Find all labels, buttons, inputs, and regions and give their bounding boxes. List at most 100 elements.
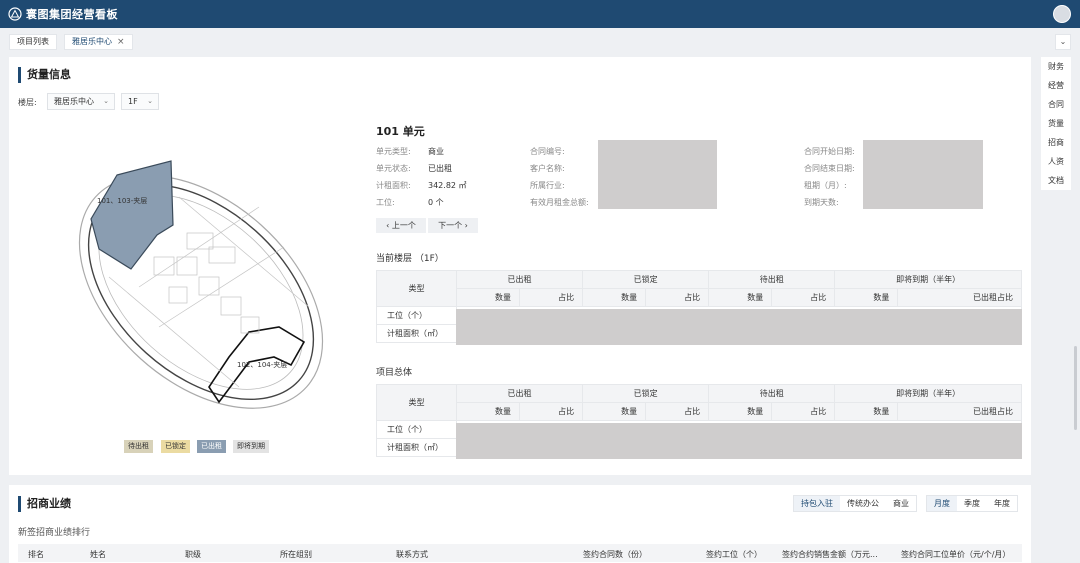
header-group: 待出租 — [708, 270, 836, 289]
legend-leased: 已出租 — [197, 440, 226, 453]
period-button[interactable]: 年度 — [987, 496, 1017, 511]
tab-project-detail[interactable]: 雅居乐中心 × — [64, 34, 133, 50]
column-header: 签约工位（个） — [706, 550, 762, 559]
anchor-docs[interactable]: 文档 — [1041, 171, 1071, 190]
header-group: 即将到期（半年） — [834, 270, 1022, 289]
header-sub: 占比 — [519, 402, 584, 421]
chevron-down-icon: ⌄ — [103, 97, 109, 105]
project-select-value: 雅居乐中心 — [54, 97, 94, 106]
header-sub: 数量 — [834, 288, 899, 307]
page-scrollbar[interactable] — [1074, 346, 1077, 430]
header-type: 类型 — [376, 384, 457, 421]
unit-title: 101 单元 — [376, 125, 425, 138]
redacted-block — [456, 423, 1022, 459]
column-header: 排名 — [28, 550, 44, 559]
header-sub: 数量 — [455, 288, 521, 307]
ranking-title: 新签招商业绩排行 — [18, 528, 91, 538]
unit-area-label: 计租面积: — [376, 181, 411, 190]
header-group: 已出租 — [455, 384, 584, 403]
header-sub: 数量 — [455, 402, 521, 421]
section-title: 货量信息 — [18, 67, 71, 83]
column-header: 联系方式 — [396, 550, 428, 559]
row-label: 工位（个） — [376, 306, 457, 325]
anchor-operation[interactable]: 经营 — [1041, 76, 1071, 95]
anchor-inventory[interactable]: 货量 — [1041, 114, 1071, 133]
avatar[interactable] — [1053, 5, 1071, 23]
header-sub: 已出租占比 — [897, 402, 1022, 421]
period-button[interactable]: 月度 — [927, 496, 957, 511]
header-sub: 占比 — [645, 288, 710, 307]
rent-total-label: 有效月租金总额: — [530, 198, 589, 207]
unit-status-label: 单元状态: — [376, 164, 411, 173]
chevron-down-icon[interactable]: ⌄ — [1055, 34, 1071, 50]
type-button[interactable]: 持包入驻 — [794, 496, 840, 511]
column-header: 姓名 — [90, 550, 106, 559]
row-label: 计租面积（㎡） — [376, 324, 457, 343]
redacted-block — [863, 140, 983, 209]
type-button[interactable]: 传统办公 — [840, 496, 886, 511]
leasing-performance-panel: 招商业绩 持包入驻 传统办公 商业 月度 季度 年度 新签招商业绩排行 排名 姓… — [9, 485, 1031, 563]
floor-plan[interactable]: 101、103-夹层 102、104-夹层 — [69, 147, 369, 417]
column-header: 职级 — [185, 550, 201, 559]
floor-select[interactable]: 1F ⌄ — [121, 93, 159, 110]
customer-label: 客户名称: — [530, 164, 565, 173]
next-unit-button[interactable]: 下一个 › — [428, 218, 478, 233]
legend-vacant: 待出租 — [124, 440, 153, 453]
header-sub: 占比 — [771, 402, 836, 421]
unit-area-value: 342.82 ㎡ — [428, 181, 467, 190]
tab-bar: 项目列表 雅居乐中心 × ⌄ — [0, 28, 1080, 55]
chevron-down-icon: ⌄ — [147, 97, 153, 105]
redacted-block — [456, 309, 1022, 345]
row-label: 工位（个） — [376, 420, 457, 439]
unit-type-value: 商业 — [428, 147, 444, 156]
header-group: 已锁定 — [582, 384, 710, 403]
industry-label: 所属行业: — [530, 181, 565, 190]
legend-locked: 已锁定 — [161, 440, 190, 453]
inventory-panel: 货量信息 楼层: 雅居乐中心 ⌄ 1F ⌄ 101、103-夹层 102、104… — [9, 57, 1031, 475]
tab-label: 项目列表 — [17, 37, 49, 46]
period-button[interactable]: 季度 — [957, 496, 987, 511]
header-sub: 数量 — [708, 402, 773, 421]
header-type: 类型 — [376, 270, 457, 307]
ranking-table-header: 排名 姓名 职级 所在组别 联系方式 签约合同数（份） 签约工位（个） 签约合约… — [18, 544, 1022, 562]
header-sub: 数量 — [582, 288, 647, 307]
zone-label-b: 102、104-夹层 — [237, 360, 287, 369]
redacted-block — [598, 140, 717, 209]
header-sub: 占比 — [645, 402, 710, 421]
anchor-contract[interactable]: 合同 — [1041, 95, 1071, 114]
floor-label: 楼层: — [18, 98, 37, 107]
zone-label-a: 101、103-夹层 — [97, 196, 147, 205]
header-group: 已锁定 — [582, 270, 710, 289]
floor-select-value: 1F — [128, 97, 138, 106]
period-filter-group: 月度 季度 年度 — [926, 495, 1018, 512]
type-filter-group: 持包入驻 传统办公 商业 — [793, 495, 917, 512]
unit-type-label: 单元类型: — [376, 147, 411, 156]
header-sub: 已出租占比 — [897, 288, 1022, 307]
lease-term-label: 租期（月）: — [804, 181, 847, 190]
current-floor-title: 当前楼层 （1F） — [376, 254, 444, 264]
contract-start-label: 合同开始日期: — [804, 147, 855, 156]
anchor-leasing[interactable]: 招商 — [1041, 133, 1071, 152]
right-anchor-nav: 财务 经营 合同 货量 招商 人资 文档 — [1041, 57, 1071, 190]
header-group: 已出租 — [455, 270, 584, 289]
header-sub: 数量 — [708, 288, 773, 307]
project-total-title: 项目总体 — [376, 368, 413, 378]
unit-seats-value: 0 个 — [428, 198, 444, 207]
tab-project-list[interactable]: 项目列表 — [9, 34, 57, 50]
header-sub: 占比 — [771, 288, 836, 307]
type-button[interactable]: 商业 — [886, 496, 916, 511]
header-group: 待出租 — [708, 384, 836, 403]
contract-no-label: 合同编号: — [530, 147, 565, 156]
close-icon[interactable]: × — [117, 37, 125, 47]
anchor-hr[interactable]: 人资 — [1041, 152, 1071, 171]
contract-end-label: 合同结束日期: — [804, 164, 855, 173]
column-header: 所在组别 — [280, 550, 312, 559]
header-group: 即将到期（半年） — [834, 384, 1022, 403]
section-title: 招商业绩 — [18, 496, 71, 512]
column-header: 签约合同数（份） — [583, 550, 647, 559]
legend-expiring: 即将到期 — [233, 440, 269, 453]
project-select[interactable]: 雅居乐中心 ⌄ — [47, 93, 115, 110]
anchor-finance[interactable]: 财务 — [1041, 57, 1071, 76]
prev-unit-button[interactable]: ‹ 上一个 — [376, 218, 426, 233]
app-header: 寰图集团经营看板 — [0, 0, 1080, 28]
